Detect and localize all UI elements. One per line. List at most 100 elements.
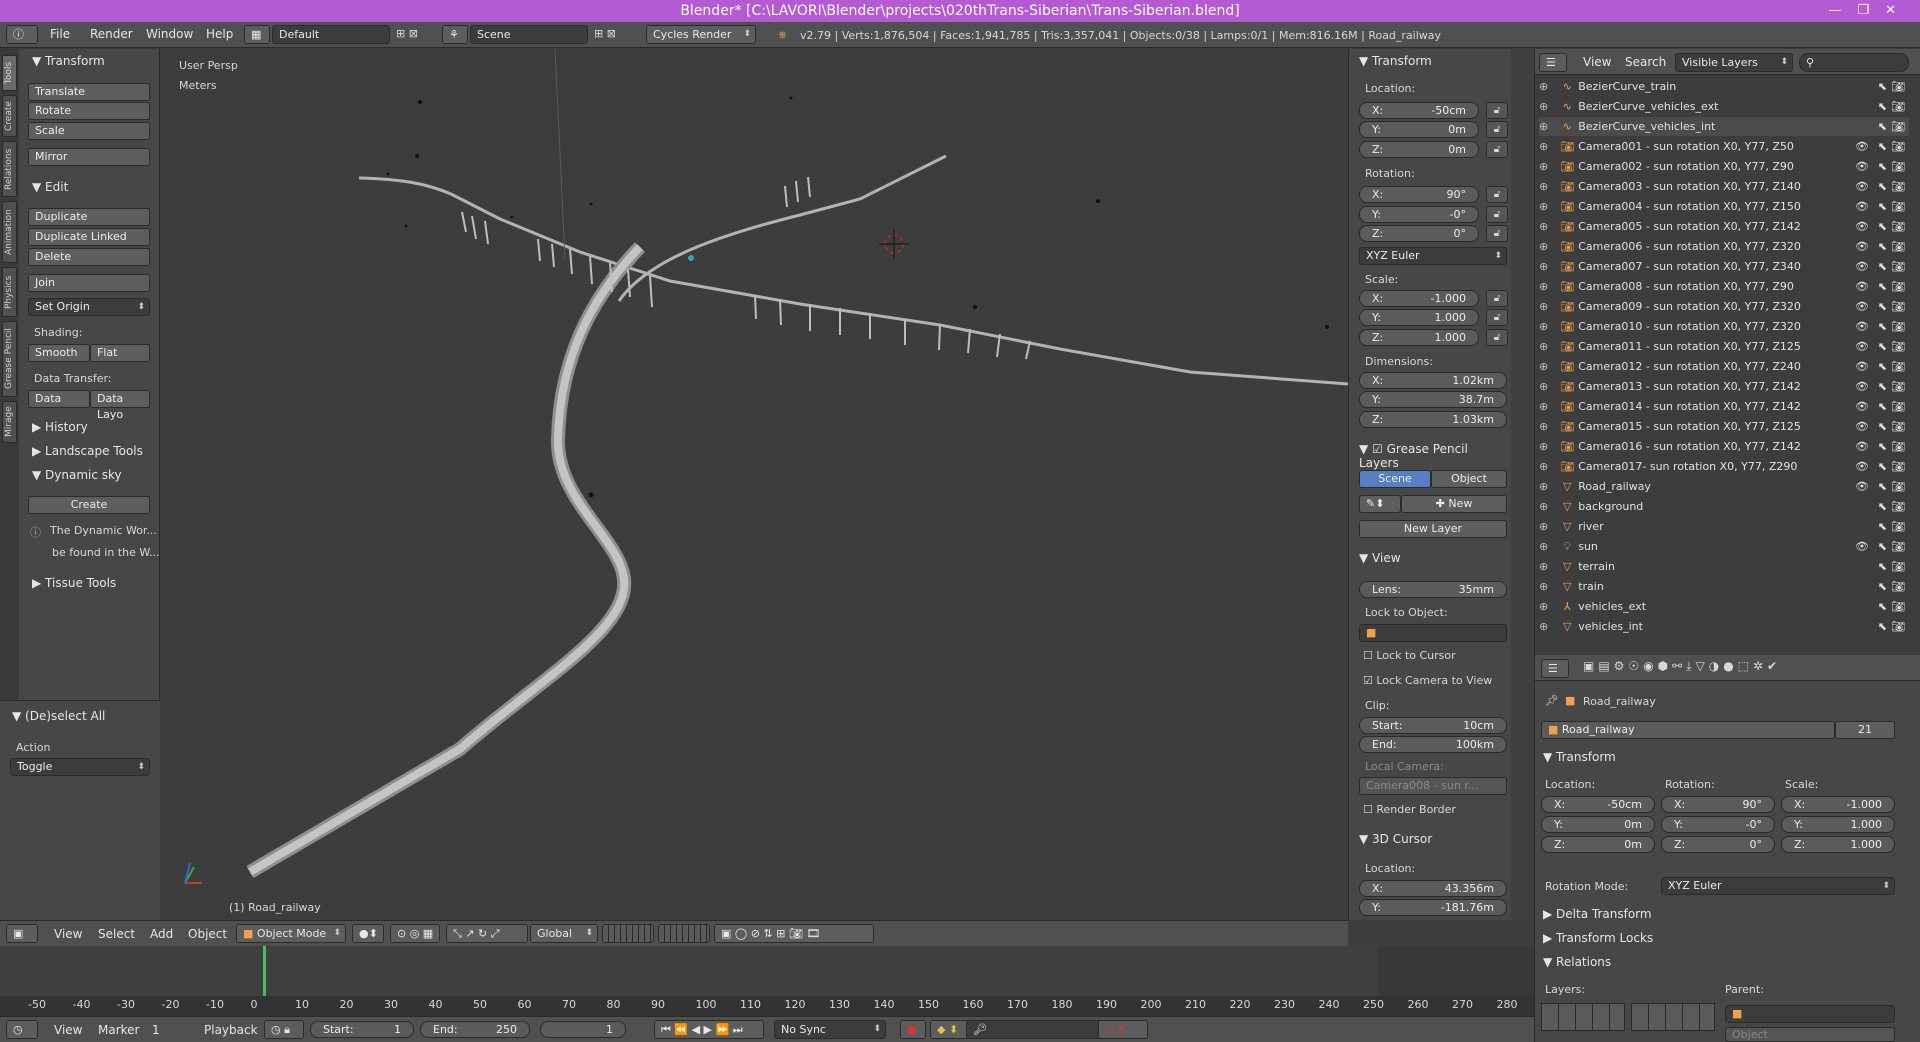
outliner-item[interactable]: ⊕ 📷︎ Camera001 - sun rotation X0, Y77, Z50… (1539, 137, 1909, 156)
renderability-icon[interactable]: 📷︎ (1891, 257, 1905, 276)
n-scale-x-field[interactable]: X: -1.000 (1359, 290, 1479, 307)
render-engine-selector[interactable]: Cycles Render (646, 25, 756, 44)
viewport-view-menu[interactable]: View (54, 927, 82, 941)
lock-camera-checkbox[interactable]: ☑ Lock Camera to View (1363, 674, 1492, 687)
duplicate-button[interactable]: Duplicate (28, 208, 150, 226)
props-scl-field[interactable]: Z: 1.000 (1781, 836, 1895, 853)
expand-icon[interactable]: ⊕ (1539, 580, 1548, 593)
frame-ruler[interactable] (0, 996, 1534, 1016)
outliner-item[interactable]: ⊕ ∿ BezierCurve_vehicles_int ⬉ 📷︎ (1539, 117, 1909, 136)
visibility-icon[interactable]: 👁︎ (1855, 317, 1869, 336)
data-layout-button[interactable]: Data Layo (90, 390, 150, 421)
gp-layers-header[interactable]: ▼ ☑ Grease Pencil Layers (1359, 442, 1511, 470)
visibility-icon[interactable]: 👁︎ (1855, 217, 1869, 236)
parent-type-dropdown[interactable]: Object (1725, 1027, 1895, 1042)
layer-grid-right[interactable] (1631, 1003, 1715, 1031)
outliner-item[interactable]: ⊕ 📷︎ Camera003 - sun rotation X0, Y77, Z14… (1539, 177, 1909, 196)
visibility-icon[interactable]: 👁︎ (1855, 377, 1869, 396)
expand-icon[interactable]: ⊕ (1539, 400, 1548, 413)
visibility-icon[interactable]: 👁︎ (1855, 417, 1869, 436)
expand-icon[interactable]: ⊕ (1539, 560, 1548, 573)
renderability-icon[interactable]: 📷︎ (1891, 617, 1905, 636)
expand-icon[interactable]: ⊕ (1539, 160, 1548, 173)
gp-new-button[interactable]: ✚ New (1401, 495, 1507, 513)
n-dimension-z-field[interactable]: Z: 1.03km (1359, 411, 1507, 428)
expand-icon[interactable]: ⊕ (1539, 620, 1548, 633)
lock-icon[interactable]: 🔓︎ (1486, 102, 1508, 119)
properties-editor-type-button[interactable]: ☰ (1541, 659, 1569, 678)
menu-window[interactable]: Window (146, 27, 193, 41)
n-dimension-y-field[interactable]: Y: 38.7m (1359, 391, 1507, 408)
visibility-icon[interactable]: 👁︎ (1855, 357, 1869, 376)
renderability-icon[interactable]: 📷︎ (1891, 597, 1905, 616)
menu-render[interactable]: Render (90, 27, 133, 41)
lock-icon[interactable]: 🔓︎ (1486, 121, 1508, 138)
visibility-icon[interactable]: 👁︎ (1855, 397, 1869, 416)
timeline-frame-menu[interactable]: 1 (152, 1023, 160, 1037)
n-rotation-mode-dropdown[interactable]: XYZ Euler (1359, 247, 1507, 265)
props-transform-header[interactable]: ▼ Transform (1543, 750, 1616, 764)
renderability-icon[interactable]: 📷︎ (1891, 117, 1905, 136)
visibility-icon[interactable]: 👁︎ (1855, 257, 1869, 276)
menu-file[interactable]: File (50, 27, 70, 41)
properties-context-icons[interactable]: ▣▤⚙☉◉⬢⚯⤓▽◑●⬚✲✔ (1583, 659, 1781, 674)
visibility-icon[interactable]: 👁︎ (1855, 457, 1869, 476)
interaction-mode-dropdown[interactable]: ■ Object Mode (236, 924, 346, 943)
edit-panel-header[interactable]: ▼ Edit (32, 180, 68, 194)
timeline-marker-menu[interactable]: Marker (98, 1023, 139, 1037)
props-rot-field[interactable]: Y: -0° (1661, 816, 1775, 833)
outliner-item[interactable]: ⊕ ▽ background ⬉ 📷︎ (1539, 497, 1909, 516)
outliner-search-menu[interactable]: Search (1625, 55, 1666, 69)
selectability-icon[interactable]: ⬉ (1878, 337, 1887, 356)
props-rot-field[interactable]: Z: 0° (1661, 836, 1775, 853)
cursor-y-field[interactable]: Y: -181.76m (1359, 899, 1507, 916)
expand-icon[interactable]: ⊕ (1539, 260, 1548, 273)
renderability-icon[interactable]: 📷︎ (1891, 577, 1905, 596)
outliner-item[interactable]: ⊕ 📷︎ Camera011 - sun rotation X0, Y77, Z12… (1539, 337, 1909, 356)
outliner-item[interactable]: ⊕ 📷︎ Camera015 - sun rotation X0, Y77, Z12… (1539, 417, 1909, 436)
flat-button[interactable]: Flat (90, 344, 150, 362)
local-camera-field[interactable]: Camera008 - sun r... (1359, 777, 1507, 795)
cursor-panel-header[interactable]: ▼ 3D Cursor (1359, 832, 1432, 846)
transform-panel-header[interactable]: ▼ Transform (32, 54, 105, 68)
renderability-icon[interactable]: 📷︎ (1891, 317, 1905, 336)
n-rotation-x-field[interactable]: X: 90° (1359, 186, 1479, 203)
lock-icon[interactable]: 🔓︎ (1486, 225, 1508, 242)
expand-icon[interactable]: ⊕ (1539, 140, 1548, 153)
visibility-icon[interactable]: 👁︎ (1855, 437, 1869, 456)
outliner-editor-type-button[interactable]: ☰ (1539, 53, 1567, 72)
n-dimension-x-field[interactable]: X: 1.02km (1359, 372, 1507, 389)
outliner-item[interactable]: ⊕ 📷︎ Camera009 - sun rotation X0, Y77, Z32… (1539, 297, 1909, 316)
add-layout-icon[interactable]: ⊞ ⊠ (396, 27, 418, 40)
smooth-button[interactable]: Smooth (28, 344, 90, 362)
start-frame-field[interactable]: Start: 1 (310, 1021, 414, 1038)
outliner-item[interactable]: ⊕ ∿ BezierCurve_vehicles_ext ⬉ 📷︎ (1539, 97, 1909, 116)
expand-icon[interactable]: ⊕ (1539, 120, 1548, 133)
timeline[interactable]: -50 -40 -30 -20 -10 0 10 20 30 40 50 60 70 80 90 100 110… (0, 946, 1534, 1016)
expand-icon[interactable]: ⊕ (1539, 420, 1548, 433)
outliner-item[interactable]: ⊕ ▽ vehicles_int ⬉ 📷︎ (1539, 617, 1909, 636)
n-location-z-field[interactable]: Z: 0m (1359, 141, 1479, 158)
visibility-icon[interactable]: 👁︎ (1855, 237, 1869, 256)
viewport-add-menu[interactable]: Add (150, 927, 173, 941)
landscape-panel-header[interactable]: ▶ Landscape Tools (32, 444, 143, 458)
props-rot-field[interactable]: X: 90° (1661, 796, 1775, 813)
object-name-field[interactable]: ■ Road_railway (1541, 721, 1835, 739)
expand-icon[interactable]: ⊕ (1539, 440, 1548, 453)
gp-scene-tab[interactable]: Scene (1359, 470, 1431, 488)
lock-icon[interactable]: 🔓︎ (1486, 309, 1508, 326)
n-location-y-field[interactable]: Y: 0m (1359, 121, 1479, 138)
selectability-icon[interactable]: ⬉ (1878, 417, 1887, 436)
viewport-object-menu[interactable]: Object (188, 927, 227, 941)
expand-icon[interactable]: ⊕ (1539, 320, 1548, 333)
outliner-item[interactable]: ⊕ 💡︎ sun 👁︎ ⬉ 📷︎ (1539, 537, 1909, 556)
expand-icon[interactable]: ⊕ (1539, 340, 1548, 353)
scale-button[interactable]: Scale (28, 122, 150, 140)
renderability-icon[interactable]: 📷︎ (1891, 197, 1905, 216)
selectability-icon[interactable]: ⬉ (1878, 537, 1887, 556)
selectability-icon[interactable]: ⬉ (1878, 197, 1887, 216)
renderability-icon[interactable]: 📷︎ (1891, 377, 1905, 396)
outliner-item[interactable]: ⊕ ▽ Road_railway 👁︎ ⬉ 📷︎ (1539, 477, 1909, 496)
layout-selector[interactable]: Default (272, 25, 390, 44)
tab-tools[interactable]: Tools (2, 55, 17, 91)
